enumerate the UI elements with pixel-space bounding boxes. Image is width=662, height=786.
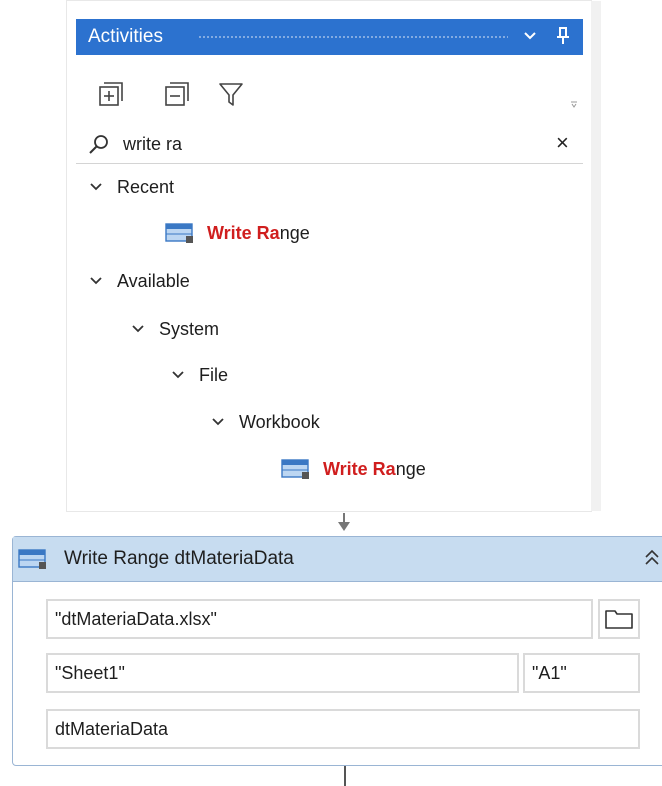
activities-panel-title: Activities	[88, 26, 163, 47]
toolbar-overflow-icon[interactable]	[571, 99, 577, 109]
chevron-down-icon[interactable]	[131, 324, 145, 334]
chevron-down-icon[interactable]	[89, 276, 103, 286]
activity-card-header[interactable]: Write Range dtMateriaData	[13, 537, 662, 582]
datatable-field[interactable]: dtMateriaData	[46, 709, 640, 749]
flow-connector	[344, 766, 346, 786]
sheet-name-field[interactable]: "Sheet1"	[46, 653, 519, 693]
tree-item-label: Write Range	[323, 458, 426, 479]
excel-write-range-icon	[165, 223, 193, 243]
tree-label-recent: Recent	[117, 176, 175, 197]
chevron-down-icon[interactable]	[522, 26, 538, 46]
tree-group-file[interactable]: File	[171, 357, 228, 393]
chevron-down-icon[interactable]	[89, 182, 103, 192]
tree-label-available: Available	[117, 270, 190, 291]
tree-item-label: Write Range	[207, 222, 310, 243]
tree-label-file: File	[199, 364, 229, 385]
activity-card-title[interactable]: Write Range dtMateriaData	[64, 548, 294, 570]
search-input[interactable]	[123, 131, 523, 157]
chevron-down-icon[interactable]	[171, 370, 185, 380]
excel-write-range-icon	[18, 549, 46, 569]
tree-label-system: System	[159, 318, 220, 339]
excel-write-range-icon	[281, 459, 309, 479]
activities-search: ×	[76, 125, 583, 164]
tree-group-available[interactable]: Available	[89, 263, 190, 299]
write-range-activity-card[interactable]: Write Range dtMateriaData "dtMateriaData…	[12, 536, 662, 766]
clear-search-button[interactable]: ×	[556, 130, 569, 156]
range-field[interactable]: "A1"	[523, 653, 640, 693]
pin-icon[interactable]	[556, 25, 570, 47]
activities-toolbar	[76, 55, 583, 125]
workbook-path-field[interactable]: "dtMateriaData.xlsx"	[46, 599, 593, 639]
collapse-icon[interactable]	[643, 548, 661, 568]
filter-icon[interactable]	[218, 81, 244, 107]
panel-scrollbar-track[interactable]	[591, 1, 601, 511]
folder-icon	[605, 610, 633, 629]
activities-panel-titlebar: Activities	[76, 19, 583, 55]
tree-label-workbook: Workbook	[239, 411, 320, 432]
tree-group-workbook[interactable]: Workbook	[211, 404, 320, 440]
tree-item-recent-write-range[interactable]: Write Range	[165, 215, 310, 251]
chevron-down-icon[interactable]	[211, 417, 225, 427]
flow-arrow-icon	[338, 513, 350, 531]
tree-item-workbook-write-range[interactable]: Write Range	[281, 451, 426, 487]
expand-all-icon[interactable]	[98, 81, 124, 107]
search-icon	[89, 135, 108, 154]
collapse-all-icon[interactable]	[164, 81, 190, 107]
tree-group-system[interactable]: System	[131, 311, 219, 347]
browse-folder-button[interactable]	[598, 599, 640, 639]
panel-drag-handle[interactable]	[198, 35, 508, 39]
tree-group-recent[interactable]: Recent	[89, 169, 174, 205]
activities-panel: Activities write ra × Recent Write Range…	[66, 0, 601, 512]
